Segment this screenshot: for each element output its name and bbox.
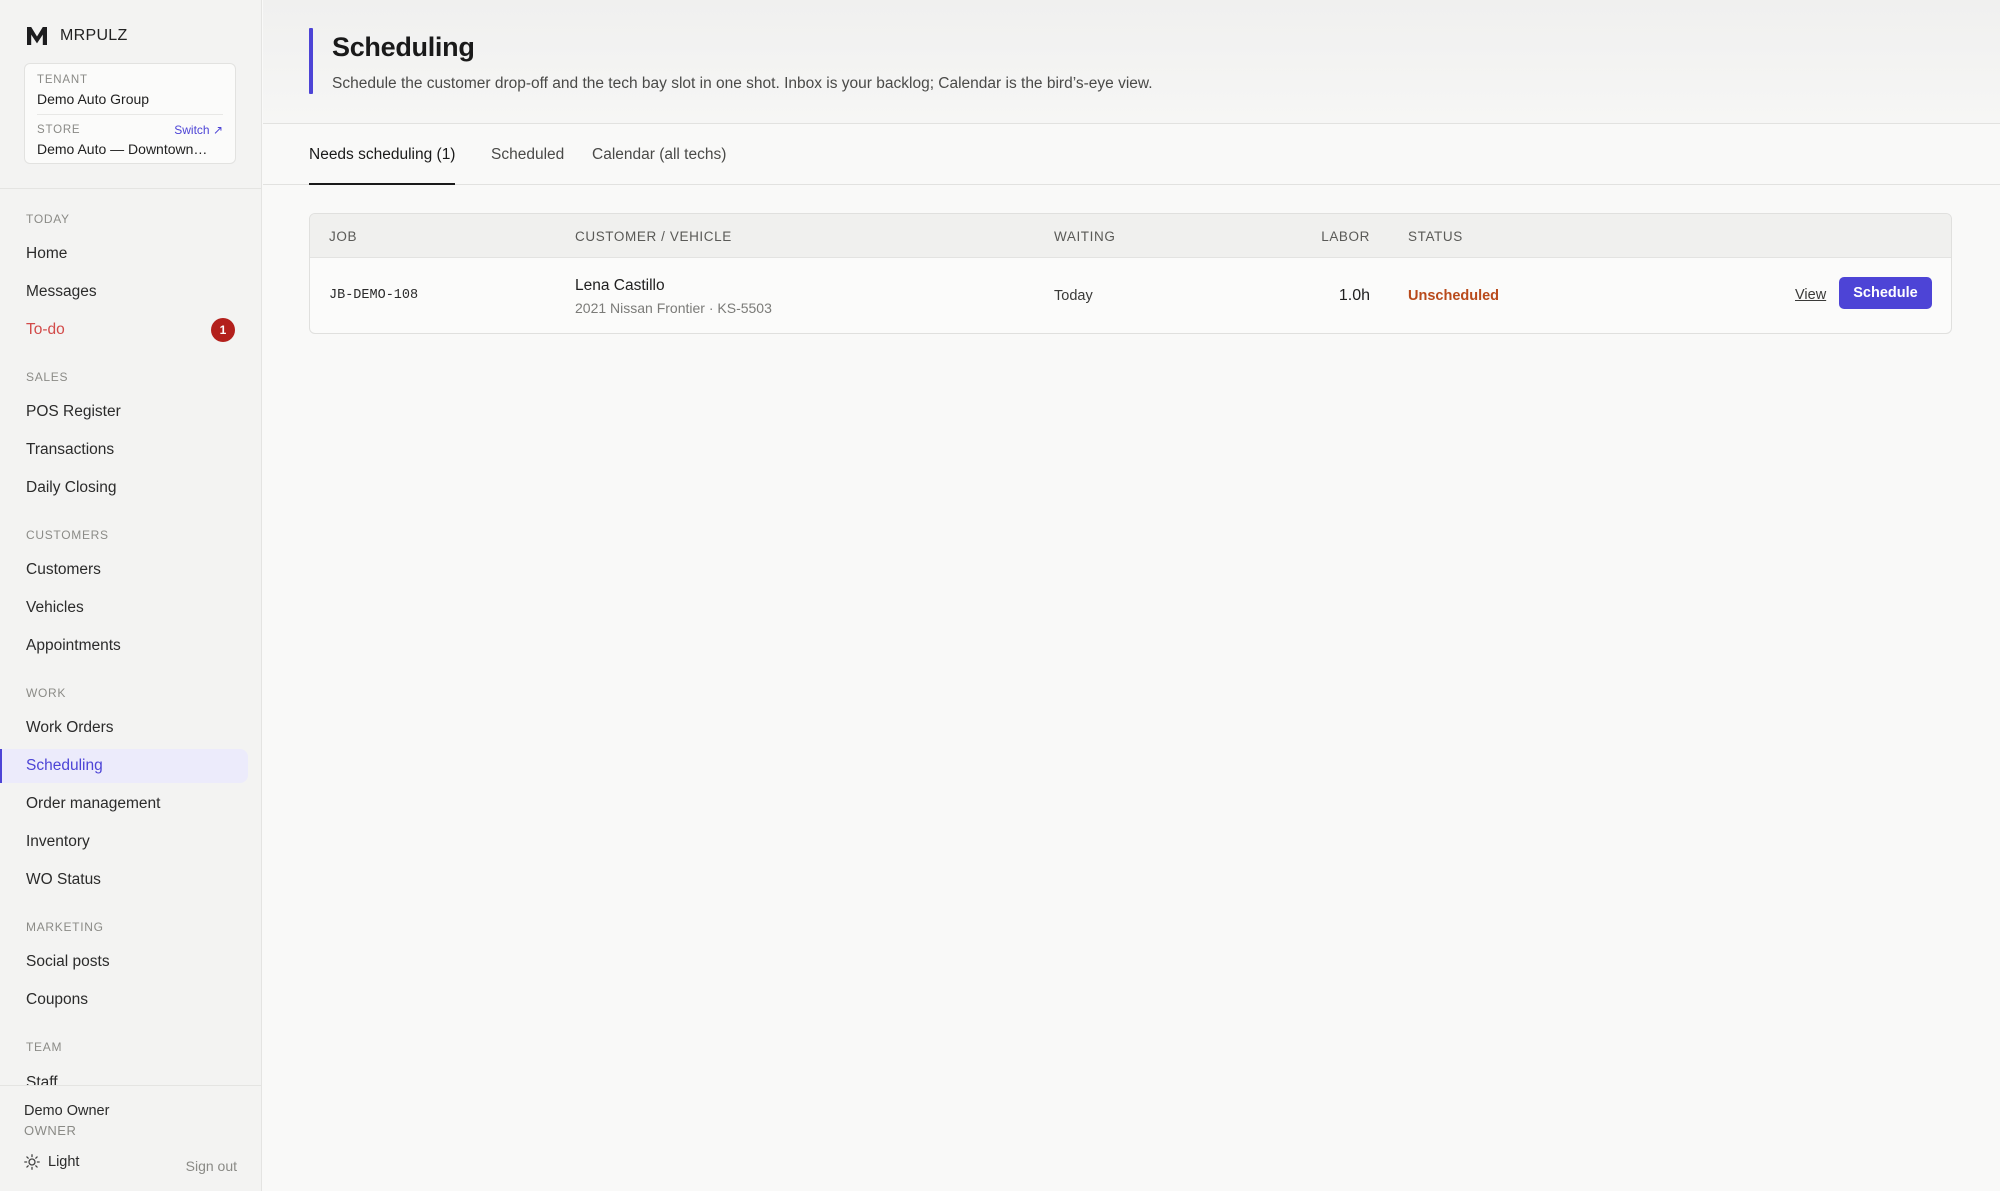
status-badge: Unscheduled	[1408, 288, 1500, 304]
tab-calendar[interactable]: Calendar (all techs)	[592, 146, 726, 185]
sidebar-item-staff[interactable]: Staff	[0, 1066, 248, 1085]
sun-icon	[24, 1154, 40, 1170]
context-divider	[37, 114, 223, 115]
waiting-value: Today	[1054, 288, 1093, 304]
column-header-job: JOB	[329, 229, 358, 244]
context-card: TENANT Demo Auto Group STORE Switch ↗ De…	[24, 63, 236, 164]
view-link[interactable]: View	[1795, 287, 1826, 303]
tab-bar: Needs scheduling (1) Scheduled Calendar …	[263, 124, 2000, 185]
store-value: Demo Auto — Downtown…	[37, 141, 208, 157]
sidebar-item-appointments[interactable]: Appointments	[0, 629, 248, 663]
sidebar-nav[interactable]: TODAY Home Messages To-do 1 SALES POS Re…	[0, 189, 261, 1085]
tab-needs-scheduling[interactable]: Needs scheduling (1)	[309, 146, 456, 185]
page-title: Scheduling	[332, 32, 475, 62]
customer-name: Lena Castillo	[575, 277, 665, 294]
sidebar-item-daily-closing[interactable]: Daily Closing	[0, 471, 248, 505]
user-name: Demo Owner	[24, 1103, 110, 1119]
sidebar-item-customers[interactable]: Customers	[0, 553, 248, 587]
todo-count-badge: 1	[211, 318, 235, 342]
nav-section-today: TODAY	[26, 212, 70, 226]
nav-section-work: WORK	[26, 686, 67, 700]
job-id: JB-DEMO-108	[329, 288, 419, 303]
jobs-table: JOB CUSTOMER / VEHICLE WAITING LABOR STA…	[309, 213, 1952, 334]
theme-label: Light	[48, 1154, 80, 1170]
sidebar-item-home[interactable]: Home	[0, 237, 248, 271]
page-header: Scheduling Schedule the customer drop-of…	[263, 0, 2000, 124]
main-content: Scheduling Schedule the customer drop-of…	[263, 0, 2000, 1191]
nav-section-customers: CUSTOMERS	[26, 528, 109, 542]
sidebar-item-social-posts[interactable]: Social posts	[0, 945, 248, 979]
sidebar-item-scheduling[interactable]: Scheduling	[0, 749, 248, 783]
sidebar-footer: Demo Owner OWNER Light Sign out	[0, 1085, 261, 1191]
sidebar-item-transactions[interactable]: Transactions	[0, 433, 248, 467]
user-role: OWNER	[24, 1123, 77, 1138]
store-switch-link[interactable]: Switch ↗	[174, 123, 223, 137]
nav-section-marketing: MARKETING	[26, 920, 104, 934]
schedule-button[interactable]: Schedule	[1839, 277, 1932, 309]
table-header: JOB CUSTOMER / VEHICLE WAITING LABOR STA…	[310, 214, 1951, 258]
sign-out-button[interactable]: Sign out	[186, 1158, 237, 1174]
sidebar-item-vehicles[interactable]: Vehicles	[0, 591, 248, 625]
tenant-value: Demo Auto Group	[37, 91, 150, 107]
sidebar-item-order-management[interactable]: Order management	[0, 787, 248, 821]
page-subtitle: Schedule the customer drop-off and the t…	[332, 75, 1153, 92]
tenant-label: TENANT	[37, 74, 88, 86]
header-accent-bar	[309, 28, 313, 94]
brand[interactable]: MRPULZ	[26, 24, 128, 48]
sidebar: MRPULZ TENANT Demo Auto Group STORE Swit…	[0, 0, 262, 1191]
tab-scheduled[interactable]: Scheduled	[491, 146, 564, 185]
nav-section-team: TEAM	[26, 1040, 63, 1054]
m-logo-icon	[27, 27, 47, 45]
column-header-customer-vehicle: CUSTOMER / VEHICLE	[575, 229, 732, 244]
sidebar-item-messages[interactable]: Messages	[0, 275, 248, 309]
table-row[interactable]: JB-DEMO-108 Lena Castillo 2021 Nissan Fr…	[310, 258, 1951, 333]
vehicle-info: 2021 Nissan Frontier · KS-5503	[575, 300, 772, 316]
sidebar-item-coupons[interactable]: Coupons	[0, 983, 248, 1017]
column-header-waiting: WAITING	[1054, 229, 1116, 244]
sidebar-item-wo-status[interactable]: WO Status	[0, 863, 248, 897]
sidebar-item-pos-register[interactable]: POS Register	[0, 395, 248, 429]
sidebar-item-todo[interactable]: To-do 1	[0, 313, 248, 347]
store-label: STORE	[37, 124, 81, 136]
brand-name: MRPULZ	[60, 27, 128, 44]
column-header-status: STATUS	[1408, 229, 1463, 244]
nav-section-sales: SALES	[26, 370, 69, 384]
sidebar-item-inventory[interactable]: Inventory	[0, 825, 248, 859]
labor-hours: 1.0h	[1338, 287, 1370, 304]
sidebar-item-work-orders[interactable]: Work Orders	[0, 711, 248, 745]
sidebar-item-todo-label: To-do	[26, 321, 65, 338]
column-header-labor: LABOR	[1321, 229, 1370, 244]
theme-toggle[interactable]: Light	[24, 1154, 79, 1170]
